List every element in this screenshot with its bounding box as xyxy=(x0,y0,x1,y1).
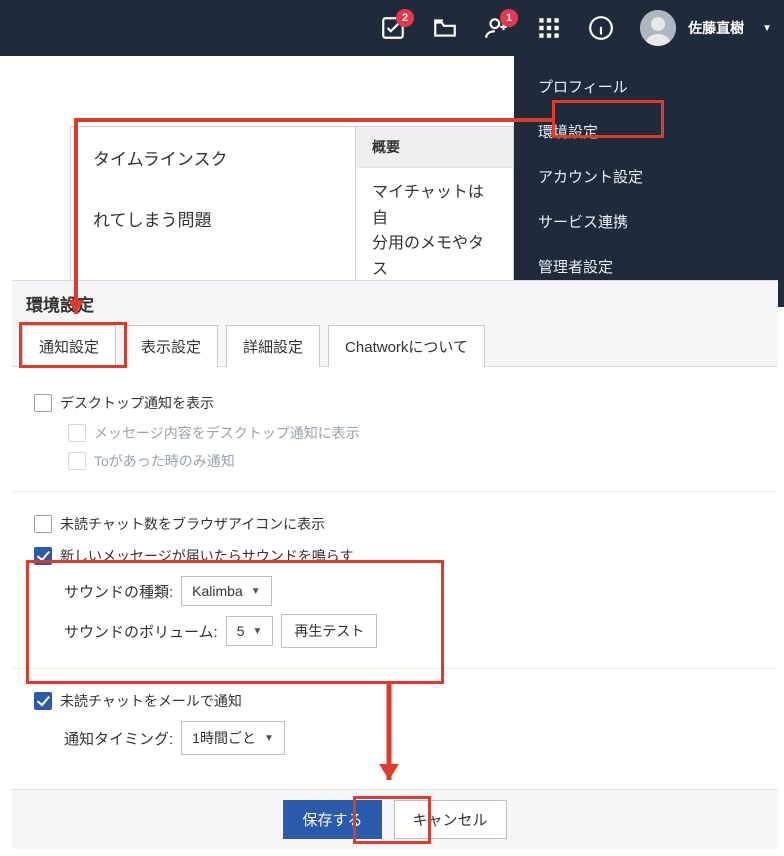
cancel-button[interactable]: キャンセル xyxy=(394,800,507,839)
row-sound-volume: サウンドのボリューム: 5 ▼ 再生テスト xyxy=(64,610,756,652)
user-dropdown: プロフィール 環境設定 アカウント設定 サービス連携 管理者設定 xyxy=(514,56,784,307)
dialog-title: 環境設定 xyxy=(22,281,768,324)
label-sound-volume: サウンドのボリューム: xyxy=(64,621,218,642)
save-button[interactable]: 保存する xyxy=(283,800,381,839)
topbar: 2 1 xyxy=(0,0,784,56)
tab-notifications[interactable]: 通知設定 xyxy=(22,325,116,367)
row-desktop-notify: デスクトップ通知を表示 xyxy=(34,387,756,419)
checkbox-desktop-notify[interactable] xyxy=(34,394,52,412)
card-text-line: タイムラインスク xyxy=(71,127,355,188)
row-mail-timing: 通知タイミング: 1時間ごと ▼ xyxy=(64,717,756,759)
row-sound-type: サウンドの種類: Kalimba ▼ xyxy=(64,572,756,610)
dialog-body: デスクトップ通知を表示 メッセージ内容をデスクトップ通知に表示 Toがあった時の… xyxy=(12,367,778,849)
card-right-header: 概要 xyxy=(356,127,513,168)
menu-preferences[interactable]: 環境設定 xyxy=(514,109,784,154)
topbar-right: 2 1 xyxy=(380,0,772,56)
label-desktop-show-content: メッセージ内容をデスクトップ通知に表示 xyxy=(94,423,360,443)
card-text-line: れてしまう問題 xyxy=(71,188,355,249)
apps-icon[interactable] xyxy=(536,15,562,41)
tab-display[interactable]: 表示設定 xyxy=(124,325,218,367)
select-sound-volume[interactable]: 5 ▼ xyxy=(226,616,274,646)
row-sound: 新しいメッセージが届いたらサウンドを鳴らす xyxy=(34,540,756,572)
user-menu-trigger[interactable]: 佐藤直樹 ▼ xyxy=(640,10,772,46)
chevron-down-icon: ▼ xyxy=(762,23,772,34)
card-body-line: マイチャットは自 xyxy=(372,180,497,231)
label-unread-browser: 未読チャット数をブラウザアイコンに表示 xyxy=(60,514,325,534)
card-left: タイムラインスク れてしまう問題 xyxy=(71,127,355,249)
checkbox-sound[interactable] xyxy=(34,547,52,565)
tab-about[interactable]: Chatworkについて xyxy=(328,325,485,367)
dialog-tabs: 通知設定 表示設定 詳細設定 Chatworkについて xyxy=(22,324,768,366)
dialog-header: 環境設定 通知設定 表示設定 詳細設定 Chatworkについて xyxy=(12,280,778,367)
label-desktop-notify: デスクトップ通知を表示 xyxy=(60,393,214,413)
row-unread-browser: 未読チャット数をブラウザアイコンに表示 xyxy=(34,508,756,540)
checkbox-unread-browser[interactable] xyxy=(34,515,52,533)
label-desktop-to-only: Toがあった時のみ通知 xyxy=(94,451,235,471)
button-play-test[interactable]: 再生テスト xyxy=(281,614,377,648)
label-mail-timing: 通知タイミング: xyxy=(64,728,173,749)
select-mail-timing[interactable]: 1時間ごと ▼ xyxy=(181,721,285,755)
folder-icon[interactable] xyxy=(432,15,458,41)
label-mail-notify: 未読チャットをメールで通知 xyxy=(60,691,242,711)
label-sound-type: サウンドの種類: xyxy=(64,581,173,602)
desktop-sub-options: メッセージ内容をデスクトップ通知に表示 Toがあった時のみ通知 xyxy=(68,419,756,475)
checkbox-desktop-to-only[interactable] xyxy=(68,452,86,470)
avatar xyxy=(640,10,676,46)
select-sound-type-value: Kalimba xyxy=(192,583,243,599)
row-mail-notify: 未読チャットをメールで通知 xyxy=(34,685,756,717)
chevron-down-icon: ▼ xyxy=(264,733,274,744)
menu-account[interactable]: アカウント設定 xyxy=(514,154,784,199)
menu-profile[interactable]: プロフィール xyxy=(514,64,784,109)
task-badge: 2 xyxy=(396,9,414,27)
chevron-down-icon: ▼ xyxy=(253,626,263,637)
tab-advanced[interactable]: 詳細設定 xyxy=(226,325,320,367)
task-icon[interactable]: 2 xyxy=(380,15,406,41)
select-mail-timing-value: 1時間ごと xyxy=(192,728,256,748)
checkbox-mail-notify[interactable] xyxy=(34,692,52,710)
card-body-line: 分用のメモやタス xyxy=(372,231,497,282)
add-contact-icon[interactable]: 1 xyxy=(484,15,510,41)
menu-integrations[interactable]: サービス連携 xyxy=(514,199,784,244)
dialog-footer: 保存する キャンセル xyxy=(12,789,778,849)
info-icon[interactable] xyxy=(588,15,614,41)
contact-badge: 1 xyxy=(500,9,518,27)
chevron-down-icon: ▼ xyxy=(251,586,261,597)
select-sound-type[interactable]: Kalimba ▼ xyxy=(181,576,272,606)
preferences-dialog: 環境設定 通知設定 表示設定 詳細設定 Chatworkについて デスクトップ通… xyxy=(12,280,778,849)
checkbox-desktop-show-content[interactable] xyxy=(68,424,86,442)
user-name: 佐藤直樹 xyxy=(688,18,744,38)
label-sound: 新しいメッセージが届いたらサウンドを鳴らす xyxy=(60,546,353,566)
select-sound-volume-value: 5 xyxy=(237,623,245,639)
